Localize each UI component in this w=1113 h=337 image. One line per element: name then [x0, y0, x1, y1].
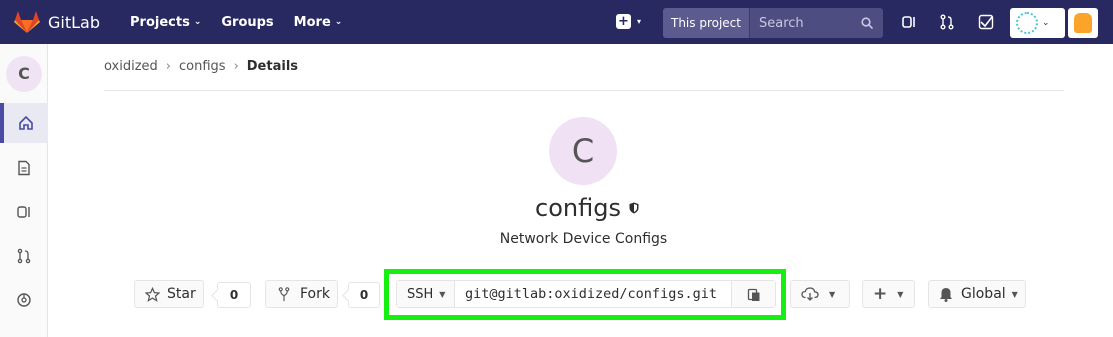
- chevron-down-icon: ⌄: [193, 17, 202, 27]
- nav-more[interactable]: More ⌄: [294, 15, 343, 30]
- star-icon: [145, 286, 160, 302]
- clone-protocol-dropdown[interactable]: SSH ▼: [397, 281, 455, 307]
- chevron-down-icon: ▾: [637, 17, 642, 26]
- shield-icon: [629, 202, 639, 214]
- chevron-down-icon: ⌄: [1042, 18, 1050, 28]
- plus-icon: +: [616, 14, 631, 29]
- nav-more-label: More: [293, 14, 331, 30]
- chevron-down-icon: ▼: [439, 289, 446, 299]
- breadcrumb-current: Details: [246, 59, 299, 74]
- nav-groups[interactable]: Groups: [221, 15, 273, 30]
- add-new-dropdown[interactable]: + ▼: [862, 280, 915, 308]
- fork-count[interactable]: 0: [348, 282, 380, 308]
- chevron-down-icon: ⌄: [334, 17, 343, 27]
- home-icon: [19, 115, 33, 130]
- nav-projects-label: Projects: [130, 14, 190, 30]
- chevron-down-icon: ▼: [1011, 289, 1018, 299]
- divider: [104, 90, 1064, 91]
- download-dropdown[interactable]: ▼: [790, 280, 850, 308]
- search-input[interactable]: Search: [759, 16, 861, 31]
- sidebar-item-ci-cd[interactable]: [0, 280, 48, 320]
- todo-icon[interactable]: [978, 14, 994, 30]
- chevron-down-icon: ▼: [829, 289, 836, 299]
- chevron-down-icon: ▼: [897, 289, 904, 299]
- project-title: configs: [535, 194, 639, 222]
- breadcrumb: oxidized › configs › Details: [104, 59, 298, 74]
- search-icon: [861, 17, 873, 29]
- avatar: [1016, 12, 1038, 34]
- sidebar-item-project[interactable]: [0, 103, 48, 143]
- project-description: Network Device Configs: [499, 231, 668, 247]
- notification-label: Global: [961, 286, 1006, 302]
- fork-button[interactable]: Fork: [265, 280, 338, 308]
- search-box[interactable]: This project Search: [663, 8, 883, 38]
- brand-name: GitLab: [48, 12, 100, 32]
- issues-icon[interactable]: [901, 14, 917, 30]
- ci-cd-icon: [17, 293, 31, 307]
- clone-protocol-label: SSH: [407, 286, 434, 302]
- gitlab-logo-icon: [14, 11, 40, 33]
- fork-label: Fork: [300, 286, 330, 302]
- clipboard-icon: [747, 288, 759, 301]
- notification-dropdown[interactable]: Global ▼: [928, 280, 1026, 308]
- user-profile-button[interactable]: [1068, 8, 1098, 38]
- sidebar-item-repository[interactable]: [0, 148, 48, 188]
- sidebar-project-avatar[interactable]: C: [6, 56, 42, 92]
- merge-requests-icon: [17, 248, 31, 264]
- top-navbar: GitLab Projects ⌄ Groups More ⌄ + ▾ This p…: [0, 0, 1113, 44]
- star-button[interactable]: Star: [134, 280, 204, 308]
- nav-groups-label: Groups: [221, 14, 274, 30]
- plus-icon: +: [873, 284, 888, 304]
- nav-projects[interactable]: Projects ⌄: [130, 15, 201, 30]
- clone-url-field[interactable]: git@gitlab:oxidized/configs.git: [455, 281, 731, 307]
- bell-icon: [940, 287, 952, 302]
- user-icon: [1074, 13, 1092, 33]
- merge-request-icon[interactable]: [939, 14, 955, 30]
- chevron-right-icon: ›: [165, 59, 171, 74]
- new-item-dropdown[interactable]: + ▾: [616, 14, 641, 29]
- sidebar-item-issues[interactable]: [0, 192, 48, 232]
- cloud-download-icon: [801, 287, 819, 301]
- gitlab-home-link[interactable]: GitLab: [14, 10, 100, 34]
- user-menu-dropdown[interactable]: ⌄: [1010, 8, 1065, 38]
- copy-url-button[interactable]: [731, 281, 775, 307]
- project-sidebar: C: [0, 44, 48, 337]
- star-count[interactable]: 0: [217, 282, 251, 308]
- breadcrumb-item-group[interactable]: oxidized: [104, 59, 158, 74]
- chevron-right-icon: ›: [233, 59, 239, 74]
- issues-icon: [17, 206, 30, 218]
- fork-icon: [278, 286, 290, 301]
- breadcrumb-item-project[interactable]: configs: [179, 59, 226, 74]
- repository-icon: [18, 160, 30, 176]
- star-label: Star: [167, 286, 196, 302]
- search-scope-badge[interactable]: This project: [663, 8, 750, 38]
- clone-url-group: SSH ▼ git@gitlab:oxidized/configs.git: [396, 280, 776, 308]
- project-name: configs: [535, 194, 621, 222]
- project-avatar: C: [549, 117, 617, 185]
